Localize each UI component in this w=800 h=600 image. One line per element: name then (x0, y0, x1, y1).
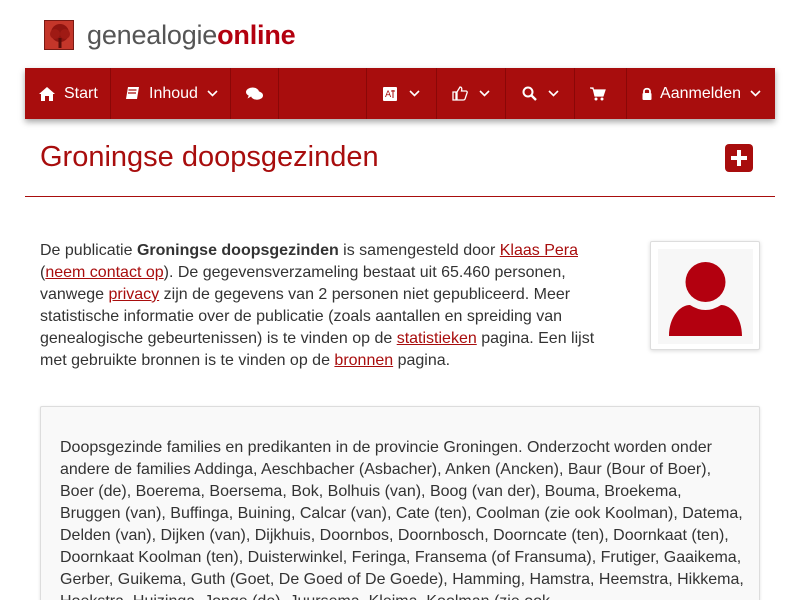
publication-intro: De publicatie Groningse doopsgezinden is… (40, 240, 610, 372)
site-name-part2: online (217, 19, 296, 50)
sources-link[interactable]: bronnen (334, 352, 393, 369)
user-icon (658, 249, 753, 344)
intro-text: is samengesteld door (338, 242, 500, 259)
main-navbar: Start Inhoud A Aanmelden (25, 68, 775, 119)
intro-text: De publicatie (40, 242, 137, 259)
svg-text:A: A (385, 90, 392, 100)
nav-start-label: Start (64, 84, 98, 102)
comments-icon (245, 86, 263, 102)
publication-description-box: Doopsgezinde families en predikanten in … (40, 406, 760, 600)
cart-icon (589, 86, 607, 102)
book-icon (125, 86, 140, 102)
author-link[interactable]: Klaas Pera (500, 242, 578, 259)
nav-language[interactable]: A (367, 68, 437, 119)
search-icon (520, 86, 538, 102)
page-title: Groningse doopsgezinden (40, 141, 379, 173)
tree-logo-icon (44, 20, 74, 50)
nav-spacer (279, 68, 367, 119)
site-name: genealogieonline (87, 19, 296, 51)
contact-link[interactable]: neem contact op (45, 264, 163, 281)
chevron-down-icon (750, 88, 761, 100)
site-logo[interactable]: genealogieonline (44, 19, 296, 51)
thumbs-up-icon (451, 86, 469, 102)
chevron-down-icon (547, 88, 559, 100)
home-icon (39, 86, 55, 102)
publication-description: Doopsgezinde families en predikanten in … (60, 439, 744, 600)
nav-inhoud-label: Inhoud (149, 84, 198, 102)
title-divider (25, 196, 775, 197)
statistics-link[interactable]: statistieken (397, 330, 477, 347)
nav-login[interactable]: Aanmelden (627, 68, 775, 119)
nav-inhoud[interactable]: Inhoud (111, 68, 231, 119)
publication-name: Groningse doopsgezinden (136, 242, 339, 259)
chevron-down-icon (408, 88, 420, 100)
chevron-down-icon (478, 88, 490, 100)
nav-start[interactable]: Start (25, 68, 111, 119)
lock-icon (641, 86, 653, 102)
privacy-link[interactable]: privacy (109, 286, 160, 303)
language-icon: A (381, 86, 399, 102)
intro-text: pagina. (393, 352, 451, 369)
nav-social[interactable] (437, 68, 506, 119)
plus-square-icon[interactable] (725, 144, 753, 172)
author-avatar-card[interactable] (650, 241, 760, 350)
site-name-part1: genealogie (87, 19, 218, 50)
nav-cart[interactable] (575, 68, 627, 119)
nav-search[interactable] (506, 68, 575, 119)
chevron-down-icon (207, 88, 218, 100)
nav-chat[interactable] (231, 68, 279, 119)
nav-login-label: Aanmelden (660, 84, 741, 102)
